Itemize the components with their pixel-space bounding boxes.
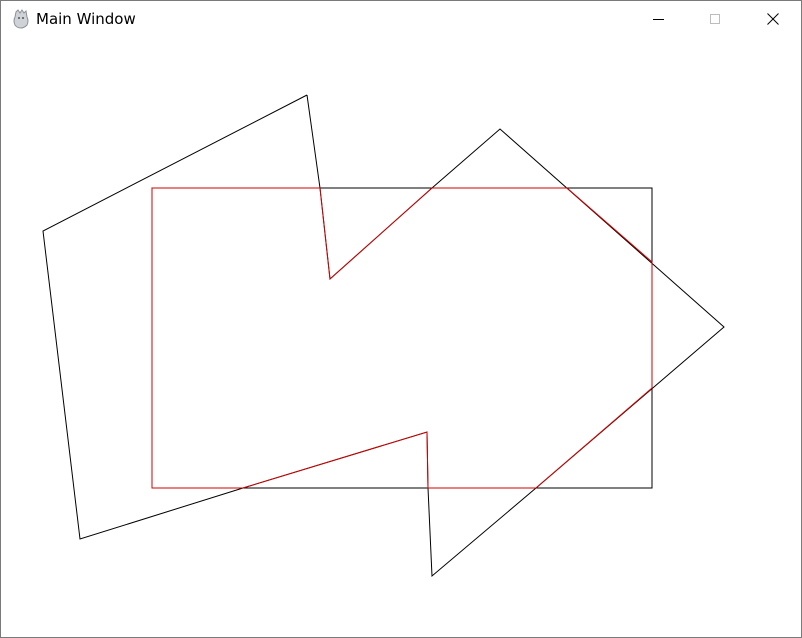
app-logo-icon [13, 9, 29, 29]
main-window: Main Window [0, 0, 802, 638]
polygon-left-outline [42, 94, 725, 578]
maximize-icon [710, 14, 720, 24]
title-bar[interactable]: Main Window [1, 1, 801, 37]
minimize-icon [653, 19, 664, 20]
clip-rectangle-outline [151, 187, 653, 489]
maximize-button[interactable] [692, 1, 738, 37]
close-button[interactable] [750, 1, 796, 37]
clipped-region-outline [151, 187, 653, 489]
minimize-button[interactable] [636, 1, 682, 37]
window-title: Main Window [36, 10, 136, 28]
drawing-canvas [42, 94, 725, 578]
close-icon [767, 13, 779, 25]
